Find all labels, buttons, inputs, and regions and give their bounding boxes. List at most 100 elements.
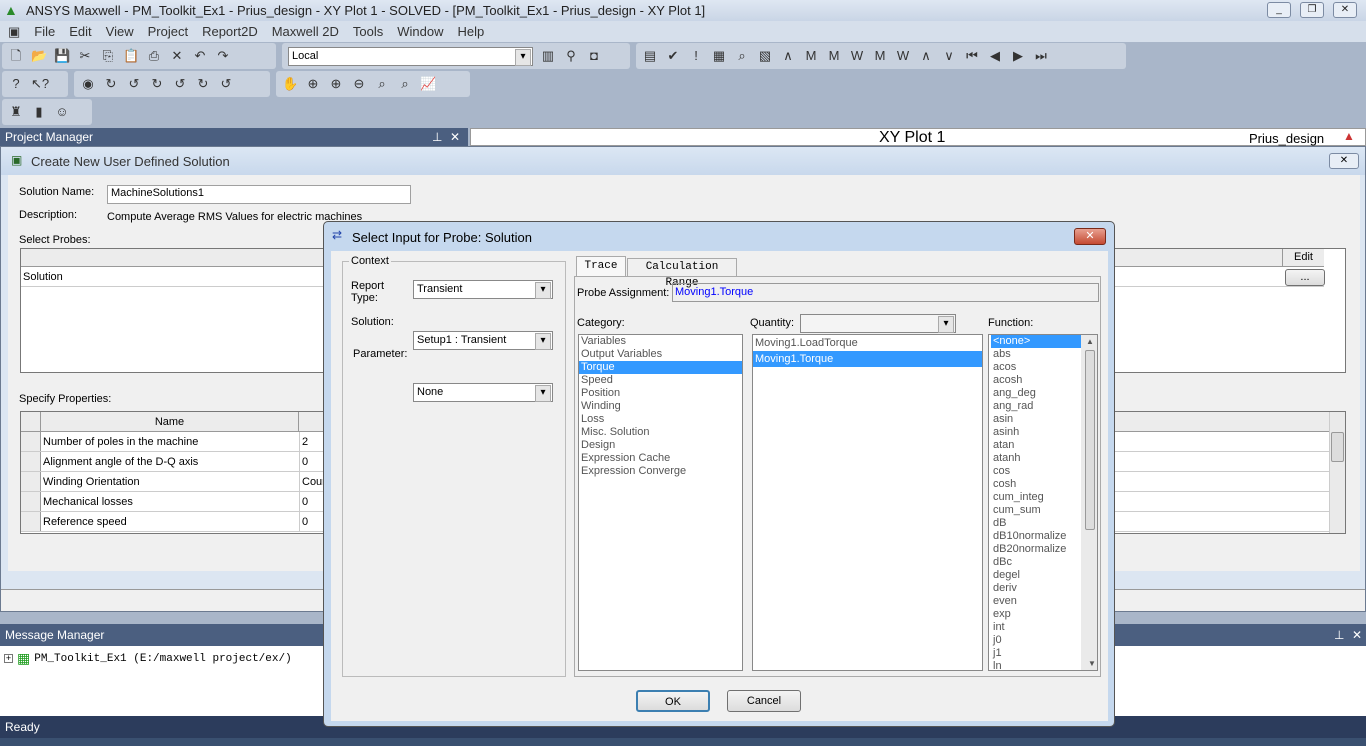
menu-help[interactable]: Help <box>458 24 485 39</box>
tab-calculation-range[interactable]: Calculation Range <box>627 258 737 289</box>
function-item[interactable]: deriv <box>991 582 1081 595</box>
category-item[interactable]: Expression Cache <box>579 452 742 465</box>
check-icon[interactable]: ✔ <box>665 48 681 64</box>
property-value[interactable]: 0 <box>299 492 308 512</box>
function-item[interactable]: dB <box>991 517 1081 530</box>
zoom-out-icon[interactable]: ⊖ <box>351 76 367 92</box>
property-value[interactable]: Cour <box>299 472 326 492</box>
function-item[interactable]: asin <box>991 413 1081 426</box>
paste-icon[interactable]: 📋 <box>123 48 139 64</box>
quantity-item[interactable]: Moving1.LoadTorque <box>753 335 982 351</box>
rotate-icon[interactable]: ↻ <box>149 76 165 92</box>
menu-project[interactable]: Project <box>148 24 188 39</box>
rotate-icon[interactable]: ↺ <box>126 76 142 92</box>
function-item[interactable]: j1 <box>991 647 1081 660</box>
category-item[interactable]: Loss <box>579 413 742 426</box>
rmxprt-icon[interactable]: ♜ <box>8 104 24 120</box>
message-tree-item[interactable]: + ▦ PM_Toolkit_Ex1 (E:/maxwell project/e… <box>4 650 292 667</box>
network-icon[interactable]: ⚲ <box>563 48 579 64</box>
category-item[interactable]: Speed <box>579 374 742 387</box>
fit-all-icon[interactable]: ⌕ <box>374 76 390 92</box>
delete-icon[interactable]: ✕ <box>169 48 185 64</box>
save-icon[interactable]: 💾 <box>54 48 70 64</box>
prev-icon[interactable]: ◀ <box>987 48 1003 64</box>
solution-select[interactable]: Setup1 : Transient <box>413 331 553 350</box>
undo-icon[interactable]: ↶ <box>192 48 208 64</box>
next-icon[interactable]: ▶ <box>1010 48 1026 64</box>
function-item[interactable]: cos <box>991 465 1081 478</box>
function-item[interactable]: dBc <box>991 556 1081 569</box>
machine-combo[interactable]: Local <box>288 46 533 66</box>
function-scrollbar[interactable]: ▲ ▼ <box>1081 335 1097 670</box>
function-item[interactable]: int <box>991 621 1081 634</box>
rotate-icon[interactable]: ↻ <box>103 76 119 92</box>
category-item[interactable]: Winding <box>579 400 742 413</box>
property-value[interactable]: 0 <box>299 512 308 532</box>
copy-icon[interactable]: ⎘ <box>100 48 116 64</box>
pan-icon[interactable]: ✋ <box>282 76 298 92</box>
rotate-icon[interactable]: ↺ <box>172 76 188 92</box>
menu-view[interactable]: View <box>106 24 134 39</box>
print-icon[interactable]: ⎙ <box>146 48 162 64</box>
eye-icon[interactable]: ◉ <box>80 76 96 92</box>
category-list[interactable]: Variables Output Variables Torque Speed Posi… <box>578 334 743 671</box>
ok-button[interactable]: OK <box>636 690 710 712</box>
minimize-button[interactable]: _ <box>1267 2 1291 18</box>
menu-tools[interactable]: Tools <box>353 24 383 39</box>
category-item[interactable]: Design <box>579 439 742 452</box>
results-icon[interactable]: ▦ <box>711 48 727 64</box>
category-item[interactable]: Variables <box>579 335 742 348</box>
quantity-item[interactable]: Moving1.Torque <box>753 351 982 367</box>
validate-icon[interactable]: ▤ <box>642 48 658 64</box>
category-item[interactable]: Misc. Solution <box>579 426 742 439</box>
menu-edit[interactable]: Edit <box>69 24 91 39</box>
dialog-close-button[interactable]: ✕ <box>1329 153 1359 169</box>
category-item[interactable]: Position <box>579 387 742 400</box>
function-item[interactable]: dB20normalize <box>991 543 1081 556</box>
function-item[interactable]: acos <box>991 361 1081 374</box>
function-item[interactable]: cum_integ <box>991 491 1081 504</box>
wave-icon[interactable]: ∧ <box>780 48 796 64</box>
cancel-button[interactable]: Cancel <box>727 690 801 712</box>
pin-icon[interactable]: ⊥ <box>1334 626 1344 644</box>
function-item[interactable]: ln <box>991 660 1081 670</box>
scroll-up-icon[interactable]: ▲ <box>1083 335 1097 348</box>
function-item[interactable]: ang_rad <box>991 400 1081 413</box>
user-icon[interactable]: ☺ <box>54 104 70 120</box>
help-icon[interactable]: ? <box>8 76 24 92</box>
function-item[interactable]: dB10normalize <box>991 530 1081 543</box>
category-item[interactable]: Expression Converge <box>579 465 742 478</box>
expand-icon[interactable]: + <box>4 654 13 663</box>
scroll-down-icon[interactable]: ▼ <box>1083 657 1097 670</box>
properties-scrollbar[interactable] <box>1329 412 1345 533</box>
category-item[interactable]: Torque <box>579 361 742 374</box>
fit-selection-icon[interactable]: ⌕ <box>397 76 413 92</box>
redo-icon[interactable]: ↷ <box>215 48 231 64</box>
function-item[interactable]: abs <box>991 348 1081 361</box>
quantity-filter-select[interactable] <box>800 314 956 333</box>
parameter-select[interactable]: None <box>413 383 553 402</box>
open-icon[interactable]: 📂 <box>31 48 47 64</box>
bars-icon[interactable]: ▮ <box>31 104 47 120</box>
category-item[interactable]: Output Variables <box>579 348 742 361</box>
close-icon[interactable]: ✕ <box>450 130 460 144</box>
function-list[interactable]: <none> abs acos acosh ang_deg ang_rad asin asin… <box>988 334 1098 671</box>
menu-report2d[interactable]: Report2D <box>202 24 258 39</box>
function-item[interactable]: atanh <box>991 452 1081 465</box>
property-value[interactable]: 2 <box>299 432 308 452</box>
function-item[interactable]: asinh <box>991 426 1081 439</box>
analyze-icon[interactable]: ! <box>688 48 704 64</box>
quantity-list[interactable]: Moving1.LoadTorque Moving1.Torque <box>752 334 983 671</box>
context-help-icon[interactable]: ↖? <box>31 76 49 92</box>
queue-icon[interactable]: ◘ <box>586 48 602 64</box>
function-item[interactable]: acosh <box>991 374 1081 387</box>
wave-icon[interactable]: ∨ <box>941 48 957 64</box>
find-icon[interactable]: ⌕ <box>734 48 750 64</box>
new-icon[interactable]: 🗋 <box>8 48 24 64</box>
menu-window[interactable]: Window <box>397 24 443 39</box>
function-item[interactable]: even <box>991 595 1081 608</box>
menu-maxwell2d[interactable]: Maxwell 2D <box>272 24 339 39</box>
report-icon[interactable]: ▧ <box>757 48 773 64</box>
probe-dialog-close-button[interactable]: ✕ <box>1074 228 1106 245</box>
last-icon[interactable]: ⏭ <box>1033 48 1049 64</box>
